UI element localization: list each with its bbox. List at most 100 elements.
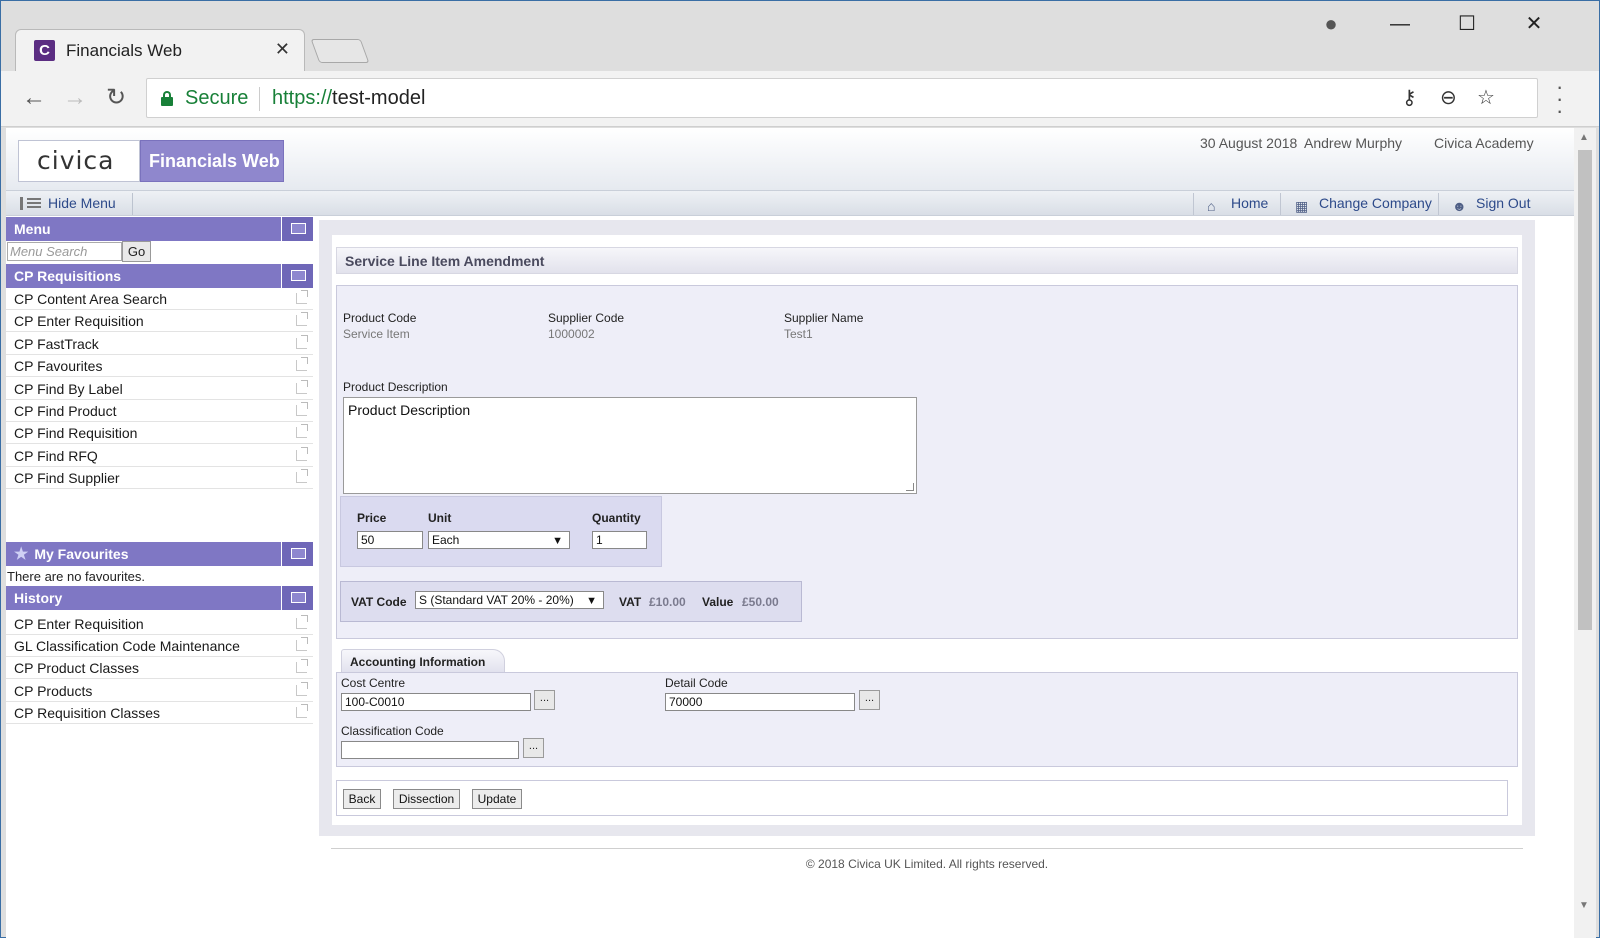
close-tab-icon[interactable]: ✕ [275,39,290,60]
new-tab-button[interactable] [310,39,370,63]
history-item-gl-classification-code-maintenance[interactable]: GL Classification Code Maintenance [6,635,313,657]
price-unit-quantity-panel: Price 50 Unit Each ▼ Quantity 1 [340,496,662,567]
vat-value: £10.00 [649,595,686,609]
browser-tab[interactable]: C Financials Web ✕ [15,29,305,72]
change-company-link[interactable]: ▦ Change Company [1295,195,1432,214]
app-header: civica Financials Web 30 August 2018 And… [6,128,1574,190]
sign-out-link[interactable]: ☻ Sign Out [1452,195,1530,214]
go-button[interactable]: Go [122,241,151,262]
cp-panel-toggle-icon[interactable] [281,264,313,288]
sidebar-item-cp-content-area-search[interactable]: CP Content Area Search [6,288,313,310]
sidebar-item-cp-enter-requisition[interactable]: CP Enter Requisition [6,310,313,332]
hide-menu-icon [20,197,42,210]
scroll-up-arrow-icon[interactable]: ▲ [1579,132,1589,143]
open-new-window-icon[interactable] [296,290,308,304]
quantity-label: Quantity [592,511,641,525]
sidebar-item-cp-find-product[interactable]: CP Find Product [6,400,313,422]
resize-grip-icon[interactable] [906,483,914,491]
reload-icon[interactable]: ↻ [101,83,131,113]
sidebar-item-cp-favourites[interactable]: CP Favourites [6,355,313,377]
back-arrow-icon[interactable]: ← [19,83,49,113]
update-button[interactable]: Update [472,789,522,809]
open-new-window-icon[interactable] [296,447,308,461]
open-new-window-icon[interactable] [296,312,308,326]
page-scrollbar[interactable]: ▲ ▼ [1574,128,1596,938]
scroll-down-arrow-icon[interactable]: ▼ [1579,900,1589,911]
history-item-cp-requisition-classes[interactable]: CP Requisition Classes [6,702,313,724]
menu-panel-toggle-icon[interactable] [281,217,313,241]
vat-panel: VAT Code S (Standard VAT 20% - 20%) ▼ VAT… [340,581,802,622]
open-new-window-icon[interactable] [296,469,308,483]
open-new-window-icon[interactable] [296,357,308,371]
open-new-window-icon[interactable] [296,682,308,696]
maximize-button[interactable]: ☐ [1444,9,1490,39]
sidebar-item-cp-find-by-label[interactable]: CP Find By Label [6,378,313,400]
close-window-button[interactable]: ✕ [1511,9,1557,39]
cost-centre-input[interactable]: 100-C0010 [341,693,531,711]
open-new-window-icon[interactable] [296,659,308,673]
star-bookmark-icon[interactable]: ☆ [1477,85,1495,110]
sidebar-item-cp-find-requisition[interactable]: CP Find Requisition [6,422,313,444]
accounting-panel: Cost Centre 100-C0010 ... Detail Code 70… [336,672,1518,767]
secure-label: Secure [185,87,249,109]
home-link[interactable]: ⌂ Home [1207,195,1268,214]
item-details-panel: Product Code Service Item Supplier Code … [336,285,1518,639]
sidebar-item-cp-find-supplier[interactable]: CP Find Supplier [6,467,313,489]
product-description-label: Product Description [343,380,448,394]
detail-code-input[interactable]: 70000 [665,693,855,711]
star-icon: ★ [14,546,29,563]
supplier-name-value: Test1 [784,327,813,341]
app-menubar: Hide Menu ⌂ Home ▦ Change Company ☻ Sign Ou… [6,190,1574,216]
hide-menu-link[interactable]: Hide Menu [20,195,116,211]
history-item-cp-product-classes[interactable]: CP Product Classes [6,657,313,679]
browser-toolbar: ← → ↻ Secure https://test-model ⚷ ⊖ ☆ · ·… [1,71,1599,127]
history-item-cp-products[interactable]: CP Products [6,680,313,702]
history-item-cp-enter-requisition[interactable]: CP Enter Requisition [6,613,313,635]
scrollbar-thumb[interactable] [1578,150,1592,630]
classification-code-lookup-button[interactable]: ... [523,738,544,758]
lock-icon [161,91,173,106]
tab-title: Financials Web [66,41,182,60]
open-new-window-icon[interactable] [296,615,308,629]
open-new-window-icon[interactable] [296,335,308,349]
product-description-textarea[interactable]: Product Description [343,397,917,494]
key-icon[interactable]: ⚷ [1402,85,1417,110]
price-input[interactable]: 50 [357,531,423,549]
sidebar-item-cp-find-rfq[interactable]: CP Find RFQ [6,445,313,467]
supplier-name-label: Supplier Name [784,311,864,325]
unit-select[interactable]: Each ▼ [428,531,570,549]
product-code-value: Service Item [343,327,410,341]
dropdown-arrow-icon: ▼ [586,595,597,607]
open-new-window-icon[interactable] [296,637,308,651]
profile-icon[interactable]: ● [1308,9,1354,39]
dissection-button[interactable]: Dissection [393,789,460,809]
menu-search-input[interactable]: Menu Search [7,242,122,261]
sidebar-item-cp-fasttrack[interactable]: CP FastTrack [6,333,313,355]
minimize-button[interactable]: — [1377,9,1423,39]
back-button[interactable]: Back [343,789,381,809]
favourites-panel-toggle-icon[interactable] [281,542,313,566]
classification-code-input[interactable] [341,741,519,759]
zoom-out-icon[interactable]: ⊖ [1440,85,1457,110]
supplier-code-label: Supplier Code [548,311,625,325]
cost-centre-lookup-button[interactable]: ... [534,690,555,710]
tab-accounting-information[interactable]: Accounting Information [341,649,505,672]
address-bar[interactable]: Secure https://test-model ⚷ ⊖ ☆ [146,78,1538,118]
open-new-window-icon[interactable] [296,380,308,394]
home-icon: ⌂ [1207,198,1216,214]
forward-arrow-icon[interactable]: → [60,83,90,113]
civica-logo: civica [18,140,140,182]
detail-code-lookup-button[interactable]: ... [859,690,880,710]
header-date: 30 August 2018 [1200,135,1298,151]
quantity-input[interactable]: 1 [592,531,647,549]
open-new-window-icon[interactable] [296,704,308,718]
history-panel-toggle-icon[interactable] [281,586,313,610]
browser-menu-icon[interactable]: · · · [1556,76,1563,122]
detail-code-label: Detail Code [665,676,728,690]
open-new-window-icon[interactable] [296,402,308,416]
open-new-window-icon[interactable] [296,424,308,438]
civica-favicon-icon: C [34,40,55,61]
tab-strip: C Financials Web ✕ ● — ☐ ✕ [1,1,1599,72]
copyright-footer: © 2018 Civica UK Limited. All rights res… [805,857,1049,871]
vat-code-select[interactable]: S (Standard VAT 20% - 20%) ▼ [415,591,604,609]
